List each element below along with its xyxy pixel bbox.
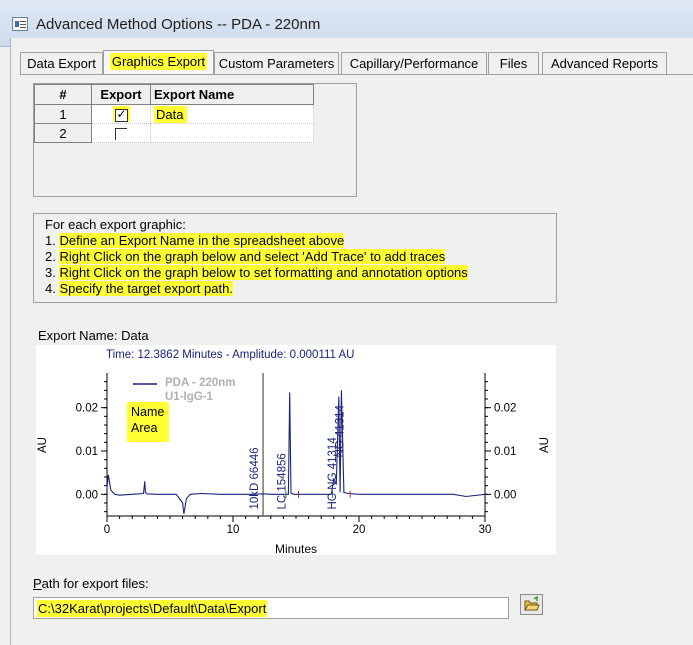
tab-label: Custom Parameters bbox=[218, 56, 335, 71]
table-row: 2 bbox=[34, 123, 314, 143]
checkmark-icon: ✓ bbox=[116, 106, 127, 121]
export-name-value: Data bbox=[154, 105, 188, 123]
annotation-name: Name bbox=[131, 405, 164, 419]
tab-label: Advanced Reports bbox=[551, 56, 658, 71]
app-window-icon bbox=[12, 17, 28, 31]
export-checkbox-unchecked[interactable] bbox=[115, 128, 127, 141]
y-axis-label-right: AU bbox=[539, 437, 551, 453]
x-tick-label: 0 bbox=[104, 524, 110, 536]
tab-label: Data Export bbox=[27, 56, 96, 71]
instruction-step: 3. Right Click on the graph below to set… bbox=[45, 265, 468, 280]
export-path-input[interactable]: C:\32Karat\projects\Default\Data\Export bbox=[33, 597, 509, 619]
table-row: 1 ✓ Data bbox=[34, 104, 314, 124]
chart-marks: 0 10 20 30 0.00 0.00 0.01 0.01 0.02 0.02 10kD 6644… bbox=[76, 373, 516, 536]
y-tick-label-right: 0.02 bbox=[494, 403, 516, 415]
export-name-cell[interactable] bbox=[150, 123, 314, 143]
cursor-readout: Time: 12.3862 Minutes - Amplitude: 0.000… bbox=[106, 349, 354, 361]
y-tick-label: 0.00 bbox=[76, 489, 98, 501]
row-number: 2 bbox=[34, 123, 92, 143]
export-checkbox-cell[interactable]: ✓ bbox=[91, 104, 151, 124]
tab-custom-parameters[interactable]: Custom Parameters bbox=[214, 52, 339, 74]
x-tick-label: 10 bbox=[227, 524, 240, 536]
export-name-cell[interactable]: Data bbox=[150, 104, 314, 124]
legend-series-name: PDA - 220nm bbox=[165, 377, 236, 389]
chromatogram-chart[interactable]: Time: 12.3862 Minutes - Amplitude: 0.000… bbox=[36, 345, 556, 556]
y-tick-label: 0.01 bbox=[76, 446, 98, 458]
x-axis-label: Minutes bbox=[275, 542, 317, 555]
tab-graphics-export[interactable]: Graphics Export bbox=[103, 50, 214, 75]
peak-label: LC 154856 bbox=[277, 453, 289, 509]
export-path-value: C:\32Karat\projects\Default\Data\Export bbox=[37, 600, 268, 617]
browse-folder-button[interactable] bbox=[520, 594, 543, 615]
instruction-step: 1. Define an Export Name in the spreadsh… bbox=[45, 233, 345, 248]
peak-label: 10kD 66446 bbox=[249, 447, 261, 509]
tab-label: Capillary/Performance bbox=[349, 56, 479, 71]
peak-label: NG 41314 bbox=[334, 404, 346, 457]
annotation-area: Area bbox=[131, 421, 157, 435]
row-number: 1 bbox=[34, 104, 92, 124]
export-checkbox-cell[interactable] bbox=[91, 123, 151, 143]
tab-divider bbox=[20, 74, 693, 75]
tab-advanced-reports[interactable]: Advanced Reports bbox=[542, 52, 667, 74]
instructions-heading: For each export graphic: bbox=[45, 217, 186, 232]
export-name-label: Export Name: Data bbox=[38, 328, 149, 343]
y-axis-label-left: AU bbox=[37, 437, 49, 453]
export-grid: # Export Export Name 1 ✓ Data 2 bbox=[34, 84, 314, 143]
tab-files[interactable]: Files bbox=[488, 52, 539, 74]
legend-sample-name: U1-IgG-1 bbox=[165, 391, 214, 403]
tab-data-export[interactable]: Data Export bbox=[20, 52, 103, 74]
x-tick-label: 20 bbox=[353, 524, 366, 536]
tab-capillary-performance[interactable]: Capillary/Performance bbox=[341, 52, 487, 74]
path-label: Path for export files: bbox=[33, 576, 149, 591]
y-tick-label-right: 0.01 bbox=[494, 446, 516, 458]
grid-header-export-name: Export Name bbox=[150, 84, 314, 105]
export-checkbox-checked[interactable]: ✓ bbox=[114, 106, 128, 122]
y-tick-label-right: 0.00 bbox=[494, 489, 516, 501]
instructions-box: For each export graphic: 1. Define an Ex… bbox=[33, 213, 557, 303]
tab-label: Files bbox=[499, 56, 528, 71]
grid-header-export: Export bbox=[91, 84, 151, 105]
x-tick-label: 30 bbox=[479, 524, 492, 536]
chromatogram-graph[interactable]: Time: 12.3862 Minutes - Amplitude: 0.000… bbox=[36, 345, 556, 556]
grid-header-num: # bbox=[34, 84, 92, 105]
tab-label: Graphics Export bbox=[109, 53, 208, 70]
y-tick-label: 0.02 bbox=[76, 403, 98, 415]
window-title: Advanced Method Options -- PDA - 220nm bbox=[36, 16, 321, 33]
open-folder-icon bbox=[524, 595, 540, 611]
instruction-step: 4. Specify the target export path. bbox=[45, 281, 233, 296]
instruction-step: 2. Right Click on the graph below and se… bbox=[45, 249, 446, 264]
